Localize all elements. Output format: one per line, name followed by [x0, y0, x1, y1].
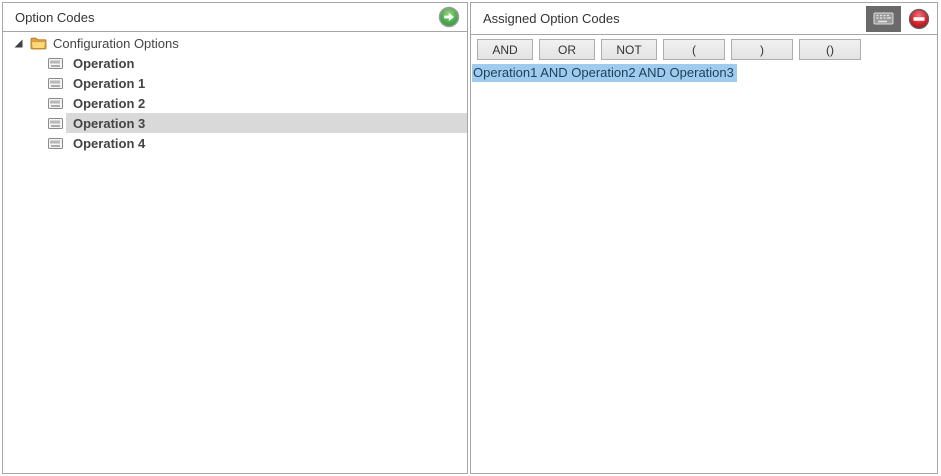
assign-arrow-icon: [438, 6, 460, 28]
option-code-barcode-icon: [48, 118, 63, 129]
or-button[interactable]: OR: [539, 39, 595, 60]
option-codes-panel: Option Codes: [2, 2, 468, 474]
remove-icon: [908, 8, 930, 30]
open-paren-button[interactable]: (: [663, 39, 725, 60]
close-paren-button[interactable]: ): [731, 39, 793, 60]
expression-editor[interactable]: Operation1 AND Operation2 AND Operation3: [471, 64, 937, 81]
tree-root-configuration-options[interactable]: Configuration Options: [3, 33, 467, 53]
tree-root-label: Configuration Options: [53, 36, 179, 51]
assign-option-code-button[interactable]: [438, 6, 460, 28]
option-code-barcode-icon: [48, 58, 63, 69]
tree-item-label: Operation: [73, 56, 134, 71]
panel-title: Assigned Option Codes: [483, 11, 866, 26]
option-code-barcode-icon: [48, 98, 63, 109]
tree-item-label: Operation 3: [73, 116, 145, 131]
not-button[interactable]: NOT: [601, 39, 657, 60]
panel-title: Option Codes: [15, 10, 438, 25]
assigned-option-codes-panel: Assigned Option Codes: [470, 2, 938, 474]
remove-option-code-button[interactable]: [908, 8, 930, 30]
expression-selected-text[interactable]: Operation1 AND Operation2 AND Operation3: [472, 64, 737, 82]
tree-item-operation-3[interactable]: Operation 3: [3, 113, 467, 133]
tree-item-label: Operation 4: [73, 136, 145, 151]
option-codes-tree: Configuration Options Operation Oper: [3, 32, 467, 153]
keyboard-icon: [873, 11, 894, 26]
tree-item-operation-4[interactable]: Operation 4: [3, 133, 467, 153]
assigned-option-codes-header: Assigned Option Codes: [471, 3, 937, 35]
and-button[interactable]: AND: [477, 39, 533, 60]
option-code-barcode-icon: [48, 78, 63, 89]
keyboard-toggle-button[interactable]: [866, 6, 901, 32]
option-codes-header: Option Codes: [3, 3, 467, 32]
tree-item-operation-2[interactable]: Operation 2: [3, 93, 467, 113]
tree-item-label: Operation 2: [73, 96, 145, 111]
option-code-barcode-icon: [48, 138, 63, 149]
tree-item-label: Operation 1: [73, 76, 145, 91]
expander-triangle-icon[interactable]: [12, 37, 24, 49]
tree-item-operation[interactable]: Operation: [3, 53, 467, 73]
operator-toolbar: AND OR NOT ( ) (): [471, 35, 937, 60]
folder-icon: [30, 37, 47, 50]
tree-item-operation-1[interactable]: Operation 1: [3, 73, 467, 93]
paren-pair-button[interactable]: (): [799, 39, 861, 60]
